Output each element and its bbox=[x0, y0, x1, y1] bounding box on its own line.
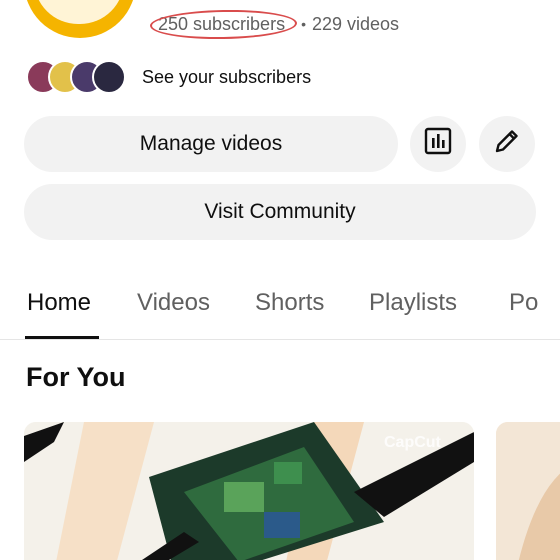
active-tab-indicator bbox=[25, 336, 99, 339]
see-subscribers-row[interactable]: See your subscribers bbox=[26, 58, 311, 96]
tab-shorts[interactable]: Shorts bbox=[255, 288, 324, 328]
section-title: For You bbox=[26, 362, 126, 392]
bar-chart-icon bbox=[423, 126, 453, 162]
tab-posts[interactable]: Po bbox=[509, 288, 538, 328]
tab-videos[interactable]: Videos bbox=[137, 288, 210, 328]
channel-stats: 250 subscribers • 229 videos bbox=[149, 8, 400, 40]
pencil-icon bbox=[492, 126, 522, 162]
thumbnail-artwork bbox=[496, 422, 560, 560]
visit-community-button[interactable]: Visit Community bbox=[24, 184, 536, 240]
tab-playlists[interactable]: Playlists bbox=[369, 288, 457, 328]
channel-avatar[interactable] bbox=[24, 0, 136, 38]
video-thumbnail[interactable] bbox=[496, 422, 560, 560]
stats-separator: • bbox=[301, 16, 306, 32]
analytics-button[interactable] bbox=[410, 116, 466, 172]
avatar-artwork bbox=[34, 0, 124, 24]
subscriber-avatars bbox=[26, 60, 126, 94]
subscriber-count: 250 subscribers bbox=[149, 8, 298, 40]
subscriber-avatar bbox=[92, 60, 126, 94]
channel-tabs: Home Videos Shorts Playlists Po bbox=[0, 280, 560, 340]
video-thumbnail[interactable]: CapCut bbox=[24, 422, 474, 560]
tab-home[interactable]: Home bbox=[27, 288, 91, 328]
video-count: 229 videos bbox=[311, 13, 400, 34]
edit-channel-button[interactable] bbox=[479, 116, 535, 172]
see-subscribers-link[interactable]: See your subscribers bbox=[142, 67, 311, 88]
thumbnail-watermark: CapCut bbox=[384, 434, 441, 451]
manage-videos-button[interactable]: Manage videos bbox=[24, 116, 398, 172]
